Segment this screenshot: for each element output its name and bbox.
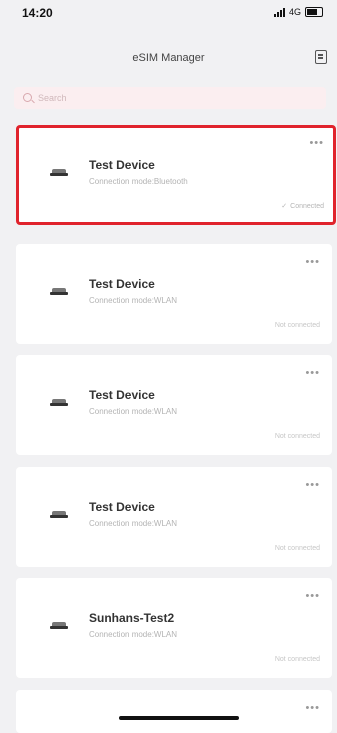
connection-mode: Connection mode:WLAN — [89, 519, 178, 528]
status-time: 14:20 — [22, 6, 53, 20]
device-card[interactable]: ••• Test Device Connection mode:WLAN Not… — [16, 467, 332, 567]
connection-mode: Connection mode:Bluetooth — [89, 177, 188, 186]
network-label: 4G — [288, 7, 301, 17]
more-icon[interactable]: ••• — [305, 702, 320, 714]
connection-status: Not connected — [274, 433, 320, 440]
page-title: eSIM Manager — [132, 52, 205, 64]
device-icon — [50, 511, 68, 519]
status-indicators: 4G — [273, 7, 323, 17]
device-card[interactable]: ••• Sunhans-Test2 Connection mode:WLAN N… — [16, 578, 332, 678]
device-card-partial[interactable]: ••• — [16, 690, 332, 733]
device-icon — [50, 622, 68, 630]
more-icon[interactable]: ••• — [305, 590, 320, 602]
connection-status: Not connected — [274, 656, 320, 663]
more-icon[interactable]: ••• — [305, 479, 320, 491]
device-name: Test Device — [89, 500, 155, 514]
signal-icon — [273, 7, 285, 17]
document-icon[interactable] — [315, 50, 327, 64]
more-icon[interactable]: ••• — [305, 256, 320, 268]
battery-icon — [305, 7, 323, 17]
device-icon — [50, 288, 68, 296]
device-name: Test Device — [89, 388, 155, 402]
device-card[interactable]: ••• Test Device Connection mode:Bluetoot… — [16, 125, 336, 225]
connection-mode: Connection mode:WLAN — [89, 296, 178, 305]
connection-status: ✓ Connected — [281, 203, 324, 210]
more-icon[interactable]: ••• — [309, 137, 324, 149]
more-icon[interactable]: ••• — [305, 367, 320, 379]
connection-mode: Connection mode:WLAN — [89, 630, 178, 639]
nav-bar: eSIM Manager — [0, 40, 337, 74]
check-icon: ✓ — [281, 203, 288, 210]
device-icon — [50, 169, 68, 177]
connection-status: Not connected — [274, 322, 320, 329]
connection-status: Not connected — [274, 545, 320, 552]
connection-mode: Connection mode:WLAN — [89, 407, 178, 416]
device-card[interactable]: ••• Test Device Connection mode:WLAN Not… — [16, 355, 332, 455]
status-bar: 14:20 4G — [0, 0, 337, 28]
search-icon — [23, 93, 32, 102]
device-name: Test Device — [89, 277, 155, 291]
device-name: Test Device — [89, 158, 155, 172]
search-input[interactable] — [38, 87, 308, 109]
device-name: Sunhans-Test2 — [89, 611, 175, 625]
search-bar[interactable] — [14, 87, 326, 109]
home-indicator — [119, 716, 239, 720]
device-icon — [50, 399, 68, 407]
device-card[interactable]: ••• Test Device Connection mode:WLAN Not… — [16, 244, 332, 344]
